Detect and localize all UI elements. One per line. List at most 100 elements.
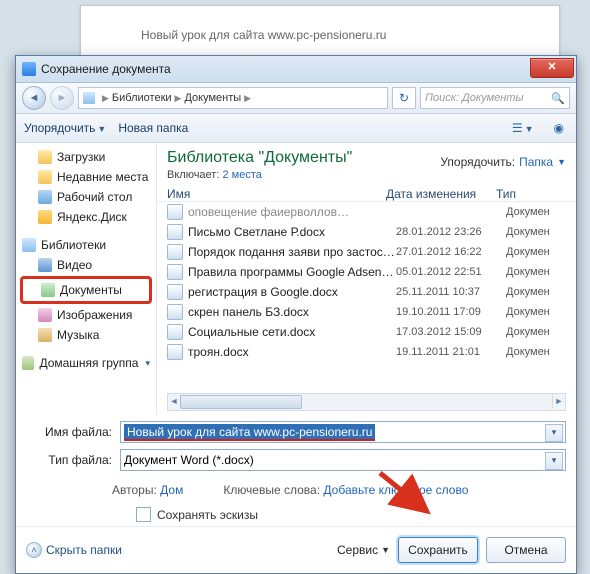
cancel-button[interactable]: Отмена: [486, 537, 566, 563]
save-thumbnail-checkbox[interactable]: [136, 507, 151, 522]
word-doc-icon: [167, 284, 183, 300]
file-type: Докумен: [506, 226, 576, 238]
video-icon: [38, 258, 52, 272]
file-date: 17.03.2012 15:09: [396, 326, 506, 338]
filename-input[interactable]: Новый урок для сайта www.pc-pensioneru.r…: [120, 421, 566, 443]
authors-label: Авторы:: [112, 483, 157, 497]
filetype-select[interactable]: Документ Word (*.docx) ▾: [120, 449, 566, 471]
sidebar-item-yandex-disk[interactable]: Яндекс.Диск: [16, 207, 156, 227]
close-button[interactable]: ✕: [530, 58, 574, 78]
filetype-label: Тип файла:: [26, 453, 120, 467]
word-doc-icon: [167, 344, 183, 360]
filename-history-dropdown[interactable]: ▾: [545, 424, 563, 442]
yandex-disk-icon: [38, 210, 52, 224]
dialog-title: Сохранение документа: [41, 62, 171, 76]
tools-menu[interactable]: Сервис ▼: [337, 543, 390, 557]
keywords-label: Ключевые слова:: [223, 483, 320, 497]
arrange-by-value[interactable]: Папка: [519, 155, 553, 169]
organize-menu[interactable]: Упорядочить▼: [24, 121, 106, 135]
breadcrumb[interactable]: ▶ Библиотеки ▶ Документы ▶: [78, 87, 388, 109]
horizontal-scrollbar[interactable]: ◄ ►: [167, 393, 566, 411]
sidebar-item-label: Видео: [57, 258, 92, 272]
file-type: Докумен: [506, 286, 576, 298]
file-type: Докумен: [506, 206, 576, 218]
pictures-icon: [38, 308, 52, 322]
save-button[interactable]: Сохранить: [398, 537, 478, 563]
file-list[interactable]: оповещение фаиерволлов…ДокуменПисьмо Све…: [157, 202, 576, 391]
save-thumbnail-label: Сохранять эскизы: [157, 508, 258, 522]
library-header: Библиотека "Документы" Включает: 2 места…: [157, 143, 576, 183]
file-date: 25.11.2011 10:37: [396, 286, 506, 298]
file-date: 28.01.2012 23:26: [396, 226, 506, 238]
sidebar-item-recent[interactable]: Недавние места: [16, 167, 156, 187]
nav-bar: ◄ ► ▶ Библиотеки ▶ Документы ▶ ↻ Поиск: …: [16, 83, 576, 114]
sidebar-item-downloads[interactable]: Загрузки: [16, 147, 156, 167]
sidebar-item-label: Рабочий стол: [57, 190, 132, 204]
search-icon: 🔍: [551, 92, 565, 105]
music-icon: [38, 328, 52, 342]
word-doc-icon: [167, 304, 183, 320]
library-subtitle: Включает: 2 места: [167, 169, 440, 181]
help-button[interactable]: ◉: [550, 121, 568, 135]
chevron-right-icon: ▶: [102, 93, 109, 104]
documents-icon: [41, 283, 55, 297]
search-input[interactable]: Поиск: Документы 🔍: [420, 87, 570, 109]
file-row[interactable]: Правила программы Google Adsense.d...05.…: [167, 262, 576, 282]
word-doc-icon: [167, 324, 183, 340]
save-thumbnail-row: Сохранять эскизы: [16, 503, 576, 526]
file-name: регистрация в Google.docx: [188, 285, 396, 299]
recent-icon: [38, 170, 52, 184]
nav-back-button[interactable]: ◄: [22, 86, 46, 110]
file-row[interactable]: скрен панель БЗ.docx19.10.2011 17:09Доку…: [167, 302, 576, 322]
keywords-value[interactable]: Добавьте ключевое слово: [323, 483, 468, 497]
file-row[interactable]: Порядок подання заяви про застосува...27…: [167, 242, 576, 262]
homegroup-icon: [22, 356, 34, 370]
main-pane: Библиотека "Документы" Включает: 2 места…: [157, 143, 576, 415]
search-placeholder: Поиск: Документы: [425, 92, 524, 104]
sidebar-item-videos[interactable]: Видео: [16, 255, 156, 275]
breadcrumb-item[interactable]: Документы: [184, 92, 241, 104]
filetype-dropdown-button[interactable]: ▾: [545, 452, 563, 470]
sidebar-group-homegroup[interactable]: Домашняя группа▾: [16, 353, 156, 373]
save-dialog: Сохранение документа ✕ ◄ ► ▶ Библиотеки …: [15, 55, 577, 574]
word-doc-icon: [167, 224, 183, 240]
sidebar-item-label: Недавние места: [57, 170, 148, 184]
hide-folders-button[interactable]: ˄ Скрыть папки: [26, 542, 122, 558]
new-folder-button[interactable]: Новая папка: [118, 121, 188, 135]
sidebar-item-label: Документы: [60, 283, 122, 297]
file-row[interactable]: Письмо Светлане Р.docx28.01.2012 23:26До…: [167, 222, 576, 242]
desktop-icon: [38, 190, 52, 204]
sidebar-group-libraries[interactable]: Библиотеки: [16, 235, 156, 255]
callout-highlight: Документы: [20, 276, 152, 304]
authors-value[interactable]: Дом: [160, 483, 183, 497]
includes-link[interactable]: 2 места: [222, 169, 261, 181]
file-row[interactable]: оповещение фаиерволлов…Докумен: [167, 202, 576, 222]
col-type[interactable]: Тип: [496, 187, 566, 201]
chevron-right-icon: ▶: [175, 93, 182, 104]
file-name: Порядок подання заяви про застосува...: [188, 245, 396, 259]
hide-folders-label: Скрыть папки: [46, 543, 122, 557]
breadcrumb-item[interactable]: Библиотеки: [112, 92, 172, 104]
chevron-down-icon: ▼: [525, 124, 534, 134]
scroll-thumb[interactable]: [180, 395, 302, 409]
sidebar-item-music[interactable]: Музыка: [16, 325, 156, 345]
file-name: скрен панель БЗ.docx: [188, 305, 396, 319]
lib-icon: [83, 92, 95, 104]
sidebar-item-documents[interactable]: Документы: [23, 280, 149, 300]
col-date[interactable]: Дата изменения: [386, 187, 496, 201]
column-headers[interactable]: Имя Дата изменения Тип: [157, 183, 576, 202]
scroll-right-button[interactable]: ►: [552, 394, 565, 408]
file-date: 19.10.2011 17:09: [396, 306, 506, 318]
file-row[interactable]: регистрация в Google.docx25.11.2011 10:3…: [167, 282, 576, 302]
col-name[interactable]: Имя: [167, 187, 386, 201]
file-row[interactable]: Социальные сети.docx17.03.2012 15:09Доку…: [167, 322, 576, 342]
chevron-down-icon: ▾: [145, 358, 150, 369]
chevron-right-icon: ▶: [244, 93, 251, 104]
arrange-by-label: Упорядочить:: [440, 155, 515, 169]
file-row[interactable]: троян.docx19.11.2011 21:01Докумен: [167, 342, 576, 362]
refresh-button[interactable]: ↻: [392, 87, 416, 109]
sidebar-item-pictures[interactable]: Изображения: [16, 305, 156, 325]
sidebar-item-desktop[interactable]: Рабочий стол: [16, 187, 156, 207]
nav-forward-button[interactable]: ►: [50, 86, 74, 110]
view-menu[interactable]: ☰▼: [508, 121, 538, 135]
